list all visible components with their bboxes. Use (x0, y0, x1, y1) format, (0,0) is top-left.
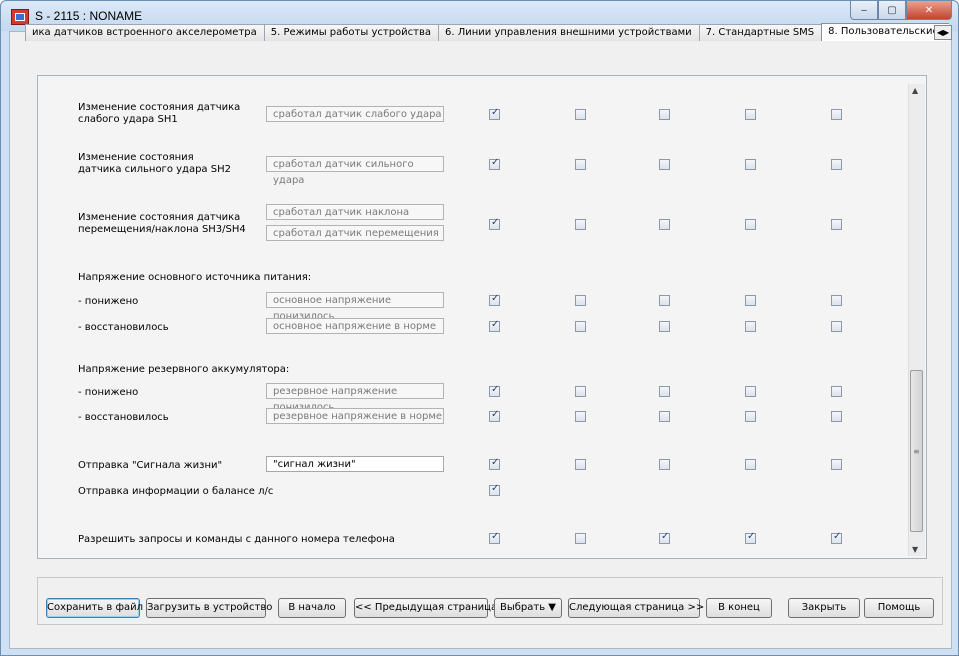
close-window-button[interactable]: ✕ (906, 1, 952, 20)
allow-checkbox-3[interactable] (659, 531, 670, 544)
backup-low-checkbox-5[interactable] (831, 386, 842, 397)
go-end-button[interactable]: В конец (706, 598, 772, 618)
scroll-thumb[interactable]: ≡ (910, 370, 923, 532)
sh2-checkbox-3[interactable] (659, 159, 670, 170)
main-ok-sms-field[interactable]: основное напряжение в норме (266, 318, 444, 334)
sh2-checkbox-2[interactable] (575, 159, 586, 170)
sh2-label: Изменение состояния датчика сильного уда… (78, 152, 231, 175)
tab-scroll-arrows-icon[interactable]: ◀▶ (934, 25, 952, 40)
sh1-sms-field[interactable]: сработал датчик слабого удара (266, 106, 444, 122)
vertical-scrollbar[interactable]: ▲ ≡ ▼ (908, 84, 925, 556)
tab-accelerometer[interactable]: ика датчиков встроенного акселерометра (25, 24, 266, 41)
backup-low-checkbox-3[interactable] (659, 386, 670, 397)
main-ok-checkbox-2[interactable] (575, 321, 586, 332)
main-power-header: Напряжение основного источника питания: (78, 272, 312, 283)
sh1-checkbox-4[interactable] (745, 109, 756, 120)
life-checkbox-1[interactable] (489, 457, 500, 470)
backup-low-checkbox-1[interactable] (489, 384, 500, 397)
life-signal-sms-field[interactable]: "сигнал жизни" (266, 456, 444, 472)
help-button[interactable]: Помощь (864, 598, 934, 618)
main-ok-checkbox-4[interactable] (745, 321, 756, 332)
minimize-button[interactable]: ‒ (850, 1, 878, 20)
backup-ok-checkbox-1[interactable] (489, 409, 500, 422)
chevron-down-icon: ▼ (548, 602, 556, 613)
life-checkbox-2[interactable] (575, 459, 586, 470)
save-to-file-button[interactable]: Сохранить в файл (46, 598, 143, 618)
grip-icon: ≡ (913, 447, 920, 456)
app-window: S - 2115 : NONAME ‒ ▢ ✕ ика датчиков вст… (0, 0, 959, 656)
backup-ok-label: - восстановилось (78, 412, 169, 423)
balance-checkbox-1[interactable] (489, 483, 500, 496)
backup-ok-checkbox-4[interactable] (745, 411, 756, 422)
life-signal-label: Отправка "Сигнала жизни" (78, 460, 223, 471)
load-to-device-button[interactable]: Загрузить в устройство (146, 598, 272, 618)
sh34-checkbox-5[interactable] (831, 219, 842, 230)
sh34-checkbox-4[interactable] (745, 219, 756, 230)
tab-standard-sms[interactable]: 7. Стандартные SMS (698, 24, 824, 41)
tab-control-lines[interactable]: 6. Линии управления внешними устройствам… (438, 24, 701, 41)
backup-ok-sms-field[interactable]: резервное напряжение в норме (266, 408, 444, 424)
go-start-button[interactable]: В начало (278, 598, 346, 618)
sh34-label: Изменение состояния датчика перемещения/… (78, 212, 246, 235)
custom-sms-panel: Изменение состояния датчика слабого удар… (37, 75, 927, 559)
life-checkbox-4[interactable] (745, 459, 756, 470)
backup-low-checkbox-2[interactable] (575, 386, 586, 397)
backup-low-checkbox-4[interactable] (745, 386, 756, 397)
main-ok-label: - восстановилось (78, 322, 169, 333)
sh1-label: Изменение состояния датчика слабого удар… (78, 102, 241, 125)
scroll-down-icon[interactable]: ▼ (912, 545, 918, 554)
prev-page-button[interactable]: << Предыдущая страница (354, 598, 497, 618)
sh2-checkbox-4[interactable] (745, 159, 756, 170)
sh34-checkbox-1[interactable] (489, 217, 500, 230)
life-checkbox-5[interactable] (831, 459, 842, 470)
allow-checkbox-4[interactable] (745, 531, 756, 544)
life-checkbox-3[interactable] (659, 459, 670, 470)
tab-custom-sms[interactable]: 8. Пользовательские SMS (821, 23, 949, 41)
backup-low-label: - понижено (78, 387, 139, 398)
allow-commands-label: Разрешить запросы и команды с данного но… (78, 534, 395, 545)
next-page-button[interactable]: Следующая страница >> (568, 598, 704, 618)
window-title: S - 2115 : NONAME (35, 9, 143, 23)
sh1-checkbox-2[interactable] (575, 109, 586, 120)
sh1-checkbox-5[interactable] (831, 109, 842, 120)
scroll-up-icon[interactable]: ▲ (912, 86, 918, 95)
select-dropdown-button[interactable]: Выбрать ▼ (494, 598, 562, 618)
main-ok-checkbox-1[interactable] (489, 319, 500, 332)
main-low-checkbox-1[interactable] (489, 293, 500, 306)
sh2-sms-field[interactable]: сработал датчик сильного удара (266, 156, 444, 186)
main-low-checkbox-3[interactable] (659, 295, 670, 306)
sh34-checkbox-2[interactable] (575, 219, 586, 230)
main-low-checkbox-2[interactable] (575, 295, 586, 306)
allow-checkbox-5[interactable] (831, 531, 842, 544)
sh2-checkbox-5[interactable] (831, 159, 842, 170)
tab-strip: ика датчиков встроенного акселерометра 5.… (25, 23, 949, 41)
backup-ok-checkbox-5[interactable] (831, 411, 842, 422)
allow-checkbox-2[interactable] (575, 533, 586, 544)
select-label: Выбрать (499, 602, 546, 613)
main-ok-checkbox-3[interactable] (659, 321, 670, 332)
balance-label: Отправка информации о балансе л/с (78, 486, 274, 497)
backup-ok-checkbox-3[interactable] (659, 411, 670, 422)
sh1-checkbox-3[interactable] (659, 109, 670, 120)
sh34-tilt-field[interactable]: сработал датчик наклона (266, 204, 444, 220)
allow-checkbox-1[interactable] (489, 531, 500, 544)
close-button[interactable]: Закрыть (788, 598, 860, 618)
sh34-move-field[interactable]: сработал датчик перемещения (266, 225, 444, 241)
main-low-sms-field[interactable]: основное напряжение понизилось (266, 292, 444, 322)
main-ok-checkbox-5[interactable] (831, 321, 842, 332)
sh2-checkbox-1[interactable] (489, 157, 500, 170)
maximize-button[interactable]: ▢ (878, 1, 906, 20)
button-bar: Сохранить в файл Загрузить в устройство … (37, 577, 943, 625)
main-low-checkbox-4[interactable] (745, 295, 756, 306)
backup-header: Напряжение резервного аккумулятора: (78, 364, 290, 375)
sh1-checkbox-1[interactable] (489, 107, 500, 120)
main-low-label: - понижено (78, 296, 139, 307)
main-low-checkbox-5[interactable] (831, 295, 842, 306)
backup-ok-checkbox-2[interactable] (575, 411, 586, 422)
tab-device-modes[interactable]: 5. Режимы работы устройства (263, 24, 441, 41)
sh34-checkbox-3[interactable] (659, 219, 670, 230)
backup-low-sms-field[interactable]: резервное напряжение понизилось (266, 383, 444, 413)
